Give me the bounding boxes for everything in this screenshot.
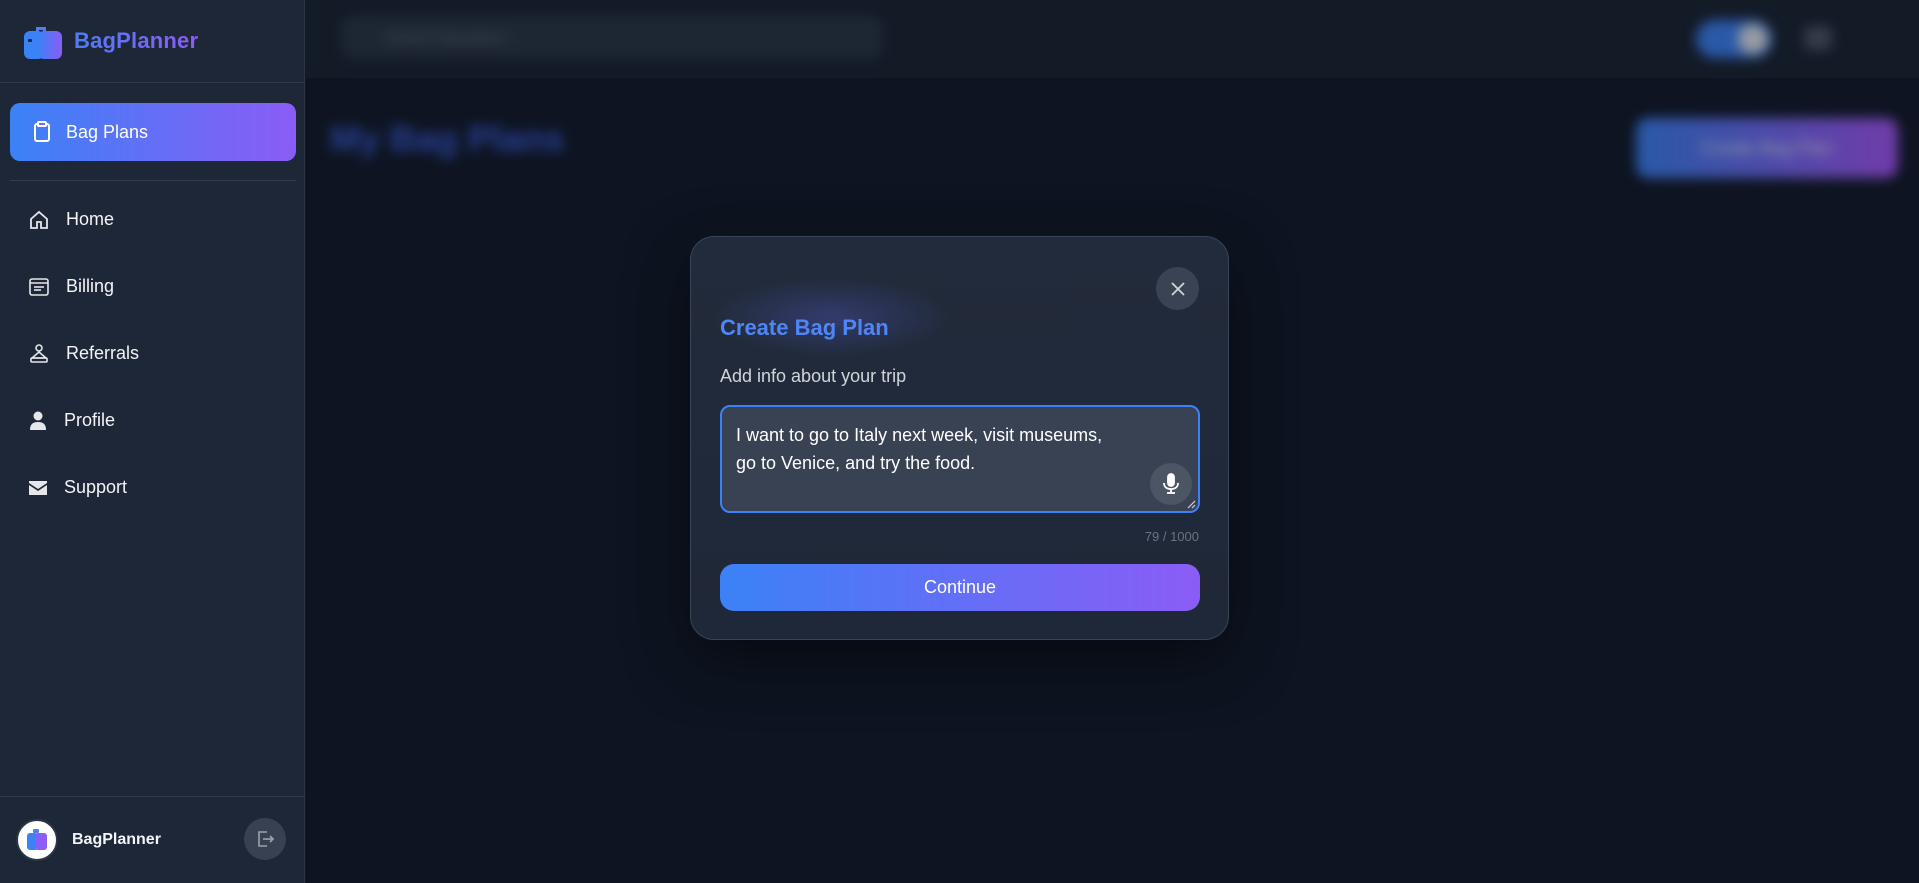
sidebar-item-billing[interactable]: Billing: [10, 253, 296, 320]
suitcase-icon: [27, 829, 47, 850]
continue-button[interactable]: Continue: [720, 564, 1200, 611]
sidebar-item-bag-plans[interactable]: Bag Plans: [10, 103, 296, 161]
brand-name: BagPlanner: [74, 28, 199, 53]
sidebar-footer: BagPlanner: [0, 796, 305, 883]
character-count: 79 / 1000: [1144, 529, 1199, 544]
sidebar-divider: [10, 180, 296, 181]
user-icon: [30, 411, 46, 430]
sidebar-item-referrals[interactable]: Referrals: [10, 320, 296, 387]
account-name: BagPlanner: [72, 831, 161, 848]
suitcase-icon: [22, 19, 66, 63]
sidebar-item-label: Billing: [66, 276, 115, 296]
sidebar-item-label: Referrals: [66, 343, 140, 363]
sidebar-item-label: Profile: [64, 410, 116, 430]
trip-info-textarea[interactable]: [722, 407, 1198, 511]
sidebar-item-profile[interactable]: Profile: [10, 387, 296, 454]
close-icon: [1170, 281, 1185, 296]
sidebar: BagPlanner Bag Plans Home Billing Referr…: [0, 0, 305, 883]
home-icon: [30, 210, 48, 229]
clipboard-icon: [34, 121, 50, 142]
sidebar-item-label: Bag Plans: [66, 121, 149, 142]
microphone-icon: [1163, 473, 1179, 494]
avatar[interactable]: [16, 819, 58, 861]
referrals-icon: [29, 343, 49, 363]
logout-button[interactable]: [244, 818, 286, 860]
sidebar-nav: Home Billing Referrals Profile Support: [10, 186, 296, 521]
trip-info-field: [720, 405, 1200, 513]
sidebar-item-label: Support: [64, 477, 128, 497]
sidebar-item-home[interactable]: Home: [10, 186, 296, 253]
brand[interactable]: BagPlanner: [0, 0, 304, 83]
resize-handle-icon[interactable]: [1186, 499, 1196, 509]
mail-icon: [29, 480, 47, 495]
billing-icon: [29, 277, 49, 296]
sidebar-item-support[interactable]: Support: [10, 454, 296, 521]
modal-title: Create Bag Plan: [720, 315, 889, 340]
logout-icon: [258, 831, 275, 847]
modal-subtitle: Add info about your trip: [720, 366, 907, 386]
create-bag-plan-modal: Create Bag Plan Add info about your trip…: [690, 236, 1229, 640]
sidebar-item-label: Home: [66, 209, 115, 229]
close-button[interactable]: [1156, 267, 1199, 310]
